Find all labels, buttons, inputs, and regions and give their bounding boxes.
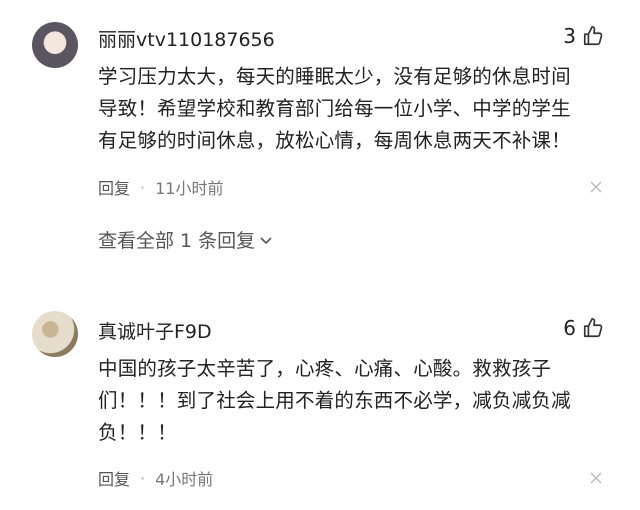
separator: ·: [140, 177, 146, 197]
comment-meta: 回复 · 11小时前: [98, 175, 223, 199]
comment-meta: 回复 · 4小时前: [98, 466, 213, 490]
avatar[interactable]: [32, 22, 78, 68]
chevron-down-icon: [260, 236, 272, 244]
reply-button[interactable]: 回复: [98, 175, 130, 199]
comment-line: 学习压力太大，每天的睡眠太少，没有足够的休息时间: [98, 65, 571, 88]
separator: ·: [140, 468, 146, 488]
thumbs-up-icon[interactable]: [582, 317, 604, 339]
comment-text: 中国的孩子太辛苦了，心疼、心痛、心酸。救救孩子 们！！！到了社会上用不着的东西不…: [98, 353, 618, 449]
comment-line: 中国的孩子太辛苦了，心疼、心痛、心酸。救救孩子: [98, 357, 552, 380]
close-icon[interactable]: [590, 472, 602, 484]
comment-line: 导致！希望学校和教育部门给每一位小学、中学的学生: [98, 97, 571, 120]
comment-line: 有足够的时间休息，放松心情，每周休息两天不补课！: [98, 129, 571, 152]
like-button[interactable]: 6: [563, 316, 604, 340]
avatar[interactable]: [32, 311, 78, 357]
view-replies-label: 查看全部 1 条回复: [98, 230, 256, 252]
view-replies-button[interactable]: 查看全部 1 条回复: [98, 226, 273, 253]
timestamp: 4小时前: [155, 470, 214, 489]
like-count: 3: [563, 24, 576, 48]
comment-text: 学习压力太大，每天的睡眠太少，没有足够的休息时间 导致！希望学校和教育部门给每一…: [98, 61, 618, 157]
comment-line: 们！！！到了社会上用不着的东西不必学，减负减负减: [98, 389, 571, 412]
username[interactable]: 真诚叶子F9D: [98, 317, 212, 344]
like-count: 6: [563, 316, 576, 340]
like-button[interactable]: 3: [563, 24, 604, 48]
comment-line: 负！！！: [98, 421, 177, 444]
close-icon[interactable]: [590, 181, 602, 193]
username[interactable]: 丽丽vtv110187656: [98, 25, 275, 52]
reply-button[interactable]: 回复: [98, 466, 130, 490]
thumbs-up-icon[interactable]: [582, 25, 604, 47]
timestamp: 11小时前: [155, 179, 224, 198]
